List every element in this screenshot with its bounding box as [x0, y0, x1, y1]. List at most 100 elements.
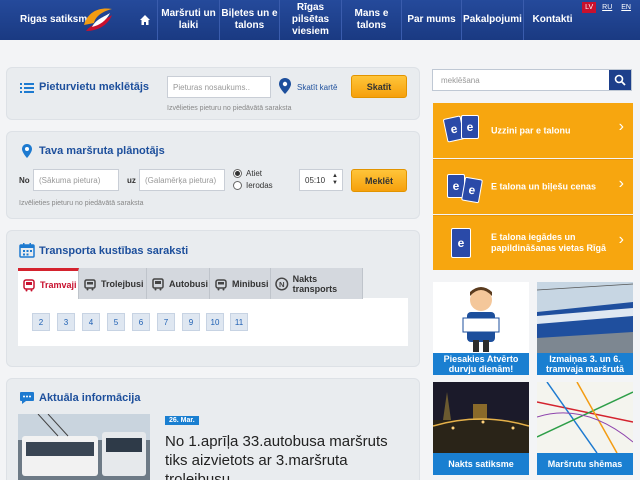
nav-my-etalons[interactable]: Mans e talons [341, 0, 401, 40]
stop-finder-hint: Izvēlieties pieturu no piedāvātā sarakst… [167, 105, 292, 112]
nav-routes-times[interactable]: Maršruti un laiki [157, 0, 219, 40]
time-value: 05:10 [305, 175, 326, 185]
lang-lv[interactable]: LV [582, 2, 597, 13]
list-icon [20, 83, 34, 93]
search-route-button[interactable]: Meklēt [351, 169, 407, 192]
tram-icon [23, 279, 35, 292]
route-number-button[interactable]: 4 [82, 313, 100, 331]
chevron-right-icon: › [618, 175, 624, 192]
lang-ru[interactable]: RU [599, 2, 615, 13]
depart-radio[interactable] [233, 169, 242, 178]
arrive-radio[interactable] [233, 181, 242, 190]
nav-contacts[interactable]: Kontakti [523, 0, 581, 40]
language-switcher: LV RU EN [582, 2, 634, 13]
depart-label: Atiet [246, 169, 263, 178]
news-date-badge: 26. Mar. [165, 416, 199, 425]
route-planner-panel: Tava maršruta plānotājs No (Sākuma pietu… [6, 131, 420, 219]
route-number-button[interactable]: 11 [230, 313, 248, 331]
to-stop-input[interactable]: (Galamērķa pietura) [139, 169, 225, 191]
tile-route-maps[interactable]: Maršrutu shēmas [537, 382, 633, 475]
view-on-map-link[interactable]: Skatīt kartē [297, 83, 337, 92]
tab-trams-label: Tramvaji [40, 280, 77, 290]
calendar-icon [19, 243, 35, 258]
nav-city-guests[interactable]: Rīgas pilsētas viesiem [279, 0, 341, 40]
from-label: No [19, 176, 30, 185]
tile-caption: Maršrutu shēmas [537, 453, 633, 475]
search-button[interactable] [609, 70, 631, 90]
stop-finder-title: Pieturvietu meklētājs [39, 81, 150, 93]
site-search[interactable]: meklēšana [432, 69, 632, 91]
etalon-kiosk-icon: e [451, 228, 471, 258]
lang-en[interactable]: EN [618, 2, 634, 13]
route-planner-hint: Izvēlieties pieturu no piedāvātā sarakst… [19, 200, 144, 207]
chevron-right-icon: › [618, 118, 624, 135]
tab-night-transport[interactable]: N Nakts transports [271, 268, 363, 299]
promo-etalon-sale-points[interactable]: e E talona iegādes un papildināšanas vie… [433, 215, 633, 270]
route-planner-title: Tava maršruta plānotājs [39, 145, 165, 157]
arrive-label: Ierodas [246, 181, 273, 190]
tile-night-transport[interactable]: Nakts satiksme [433, 382, 529, 475]
from-stop-input[interactable]: (Sākuma pietura) [33, 169, 119, 191]
depart-option[interactable]: Atiet [233, 169, 262, 178]
tile-tram-route-changes[interactable]: Izmaiņas 3. un 6. tramvaja maršrutā [537, 282, 633, 375]
tab-trolleybuses-label: Trolejbusi [101, 278, 144, 289]
nav-services[interactable]: Pakalpojumi [461, 0, 523, 40]
nav-tickets[interactable]: Biļetes un e talons [219, 0, 279, 40]
tram-photo [537, 282, 633, 353]
top-navigation-bar: Rigas satiksme Maršruti un laiki Biļetes… [0, 0, 640, 40]
mascot-image [433, 282, 529, 353]
tile-caption: Izmaiņas 3. un 6. tramvaja maršrutā [537, 353, 633, 375]
stop-finder-panel: Pieturvietu meklētājs Pieturas nosaukums… [6, 67, 420, 120]
to-label: uz [127, 176, 136, 185]
tab-minibuses-label: Minibusi [232, 278, 269, 289]
view-stop-button[interactable]: Skatīt [351, 75, 407, 98]
home-icon[interactable] [134, 0, 156, 40]
route-number-button[interactable]: 5 [107, 313, 125, 331]
night-transport-icon: N [275, 276, 289, 291]
schedules-title: Transporta kustības saraksti [39, 245, 189, 257]
route-number-button[interactable]: 9 [182, 313, 200, 331]
nav-about[interactable]: Par mums [401, 0, 461, 40]
promo-about-etalons[interactable]: e e Uzzini par e talonu › [433, 103, 633, 158]
location-pin-icon [22, 144, 32, 158]
bus-icon [152, 277, 164, 290]
logo-icon[interactable] [82, 5, 114, 33]
chat-bubble-icon [20, 392, 34, 404]
tab-trams[interactable]: Tramvaji [18, 268, 79, 299]
etalon-card-icon: e [461, 115, 479, 139]
trolleybus-icon [84, 278, 96, 290]
route-number-button[interactable]: 2 [32, 313, 50, 331]
minibus-icon [215, 278, 227, 290]
news-photo[interactable] [18, 414, 150, 480]
route-number-button[interactable]: 6 [132, 313, 150, 331]
promo-label: Uzzini par e talonu [491, 125, 571, 135]
tab-buses-label: Autobusi [169, 278, 208, 289]
night-city-photo [433, 382, 529, 453]
tab-trolleybuses[interactable]: Trolejbusi [79, 268, 147, 299]
tile-open-doors[interactable]: Piesakies Atvērto durvju dienām! [433, 282, 529, 375]
arrive-option[interactable]: Ierodas [233, 181, 273, 190]
route-map-image [537, 382, 633, 453]
tile-caption: Piesakies Atvērto durvju dienām! [433, 353, 529, 375]
promo-label: E talona iegādes un papildināšanas vieta… [491, 232, 607, 253]
route-number-button[interactable]: 7 [157, 313, 175, 331]
tab-minibuses[interactable]: Minibusi [210, 268, 271, 299]
etalon-card-icon: e [461, 176, 483, 204]
news-title: Aktuāla informācija [39, 392, 141, 404]
search-input[interactable]: meklēšana [441, 76, 480, 85]
promo-label: E talona un biļešu cenas [491, 181, 597, 192]
route-number-button[interactable]: 10 [206, 313, 224, 331]
news-headline[interactable]: No 1.aprīļa 33.autobusa maršruts tiks ai… [165, 432, 405, 480]
tile-caption: Nakts satiksme [433, 453, 529, 475]
tab-buses[interactable]: Autobusi [147, 268, 210, 299]
route-number-button[interactable]: 3 [57, 313, 75, 331]
tab-night-transport-label: Nakts transports [292, 273, 338, 294]
stepper-arrows-icon[interactable]: ▲ ▼ [332, 173, 338, 187]
search-icon [614, 74, 626, 86]
svg-text:N: N [279, 279, 285, 288]
chevron-right-icon: › [618, 231, 624, 248]
stop-name-input[interactable]: Pieturas nosaukums.. [167, 76, 271, 98]
promo-etalon-prices[interactable]: e e E talona un biļešu cenas › [433, 159, 633, 214]
time-stepper[interactable]: 05:10 ▲ ▼ [299, 169, 343, 191]
map-pin-icon[interactable] [279, 78, 291, 94]
